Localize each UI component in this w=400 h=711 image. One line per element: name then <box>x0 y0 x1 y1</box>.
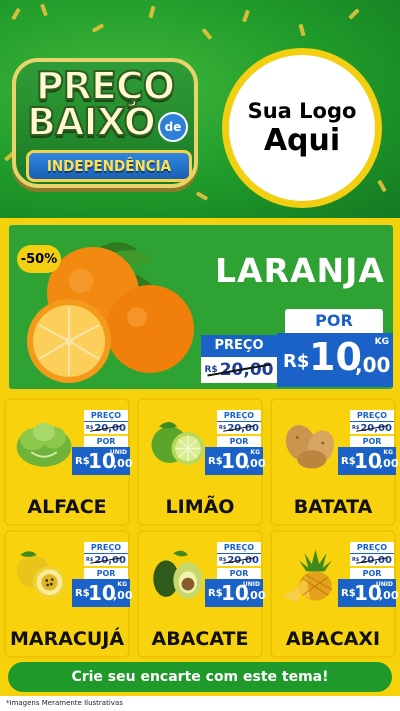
old-price-label: PREÇO <box>350 542 394 553</box>
confetti-decoration <box>348 8 360 20</box>
new-price-unit: UNID <box>375 581 393 588</box>
lettuce-icon <box>16 422 72 467</box>
new-price-box: POR R$ 10 ,00 KG <box>277 309 393 387</box>
new-price-unit: UNID <box>242 581 260 588</box>
new-price-decimal: ,00 <box>355 353 391 377</box>
new-price-value: R$ 10,00 UNID <box>72 447 133 475</box>
badge-de-circle: de <box>158 112 188 142</box>
new-price-decimal: ,00 <box>246 589 266 602</box>
new-price-label: POR <box>285 309 383 333</box>
confetti-decoration <box>377 179 387 193</box>
product-card[interactable]: PREÇOR$20,00 PORR$10,00KG LIMÃO <box>137 398 266 526</box>
new-price-label: POR <box>217 436 261 447</box>
campaign-badge: PREÇO BAIXO de INDEPENDÊNCIA <box>12 58 198 198</box>
price-tag: PREÇOR$20,00 PORR$10,00KG <box>338 410 399 475</box>
product-name: MARACUJÁ <box>9 628 125 650</box>
product-name: BATATA <box>293 496 373 518</box>
new-price-label: POR <box>350 568 394 579</box>
price-tag: PREÇOR$20,00 PORR$10,00KG <box>72 542 133 607</box>
old-price-label: PREÇO <box>84 410 128 421</box>
new-price-integer: 10 <box>354 449 382 473</box>
avocado-icon <box>153 550 203 599</box>
new-price-decimal: ,00 <box>113 589 133 602</box>
badge-ribbon: INDEPENDÊNCIA <box>26 150 192 182</box>
pineapple-icon <box>282 549 333 603</box>
potato-icon <box>285 425 334 469</box>
confetti-decoration <box>148 5 156 19</box>
old-price-label: PREÇO <box>217 542 261 553</box>
new-price-decimal: ,00 <box>246 457 266 470</box>
new-price-label: POR <box>217 568 261 579</box>
featured-product-card[interactable]: -50% LARANJA PREÇO R$ 20,00 POR R$ 10 ,0… <box>6 222 396 392</box>
new-price-decimal: ,00 <box>379 589 399 602</box>
new-price-unit: KG <box>117 581 127 588</box>
price-tag: PREÇOR$20,00 PORR$10,00UNID <box>338 542 399 607</box>
lime-icon <box>151 422 205 465</box>
new-price-integer: 10 <box>309 335 362 379</box>
product-card[interactable]: PREÇOR$20,00 PORR$10,00KG BATATA <box>270 398 399 526</box>
badge-title-line2: BAIXO <box>26 99 157 145</box>
new-price-integer: 10 <box>88 581 116 605</box>
old-price-value: R$20,00 <box>84 421 128 434</box>
logo-placeholder[interactable]: Sua Logo Aqui <box>222 48 382 208</box>
old-price-value: R$20,00 <box>350 421 394 434</box>
confetti-decoration <box>11 7 21 21</box>
new-price-unit: KG <box>383 449 393 456</box>
new-price-value: R$ 10,00 KG <box>72 579 133 607</box>
product-name: ABACAXI <box>285 628 381 650</box>
new-price-value: R$ 10,00 UNID <box>338 579 399 607</box>
product-name: LIMÃO <box>165 496 235 518</box>
new-price-unit: KG <box>250 449 260 456</box>
old-price-value: R$20,00 <box>217 421 261 434</box>
old-price-label: PREÇO <box>217 410 261 421</box>
old-price-value: R$20,00 <box>350 553 394 566</box>
logo-text-line2: Aqui <box>263 122 341 158</box>
new-price-value: R$ 10 ,00 KG <box>277 333 393 387</box>
new-price-label: POR <box>84 568 128 579</box>
old-price-label: PREÇO <box>84 542 128 553</box>
old-price-label: PREÇO <box>201 335 277 357</box>
price-tag: PREÇOR$20,00 PORR$10,00KG <box>205 410 266 475</box>
price-tag: PREÇOR$20,00 PORR$10,00UNID <box>72 410 133 475</box>
disclaimer-text: *Imagens Meramente Ilustrativas <box>0 696 400 711</box>
discount-badge: -50% <box>17 245 61 273</box>
product-card[interactable]: PREÇOR$20,00 PORR$10,00UNID ABACAXI <box>270 530 399 658</box>
new-price-currency: R$ <box>283 351 310 372</box>
confetti-decoration <box>201 28 213 40</box>
header-banner: PREÇO BAIXO de INDEPENDÊNCIA Sua Logo Aq… <box>0 0 400 218</box>
old-price-box: PREÇO R$ 20,00 <box>201 335 277 383</box>
new-price-value: R$ 10,00 KG <box>338 447 399 475</box>
new-price-decimal: ,00 <box>379 457 399 470</box>
logo-text-line1: Sua Logo <box>247 98 357 123</box>
confetti-decoration <box>91 23 105 33</box>
passion-fruit-icon <box>16 551 66 599</box>
product-card[interactable]: PREÇOR$20,00 PORR$10,00UNID ALFACE <box>4 398 133 526</box>
cta-banner[interactable]: Crie seu encarte com este tema! <box>8 662 392 692</box>
old-price-value: R$20,00 <box>84 553 128 566</box>
new-price-value: R$ 10,00 KG <box>205 447 266 475</box>
old-price-value: R$20,00 <box>217 553 261 566</box>
price-tag: PREÇOR$20,00 PORR$10,00UNID <box>205 542 266 607</box>
confetti-decoration <box>242 9 250 23</box>
product-card[interactable]: PREÇOR$20,00 PORR$10,00KG MARACUJÁ <box>4 530 133 658</box>
new-price-unit: UNID <box>109 449 127 456</box>
new-price-integer: 10 <box>221 449 249 473</box>
featured-product-name: LARANJA <box>215 251 385 290</box>
new-price-label: POR <box>84 436 128 447</box>
new-price-value: R$ 10,00 UNID <box>205 579 266 607</box>
product-name: ABACATE <box>151 628 249 650</box>
old-price-value: R$ 20,00 <box>201 357 277 383</box>
old-price-label: PREÇO <box>350 410 394 421</box>
confetti-decoration <box>40 3 48 17</box>
confetti-decoration <box>298 23 306 37</box>
new-price-unit: KG <box>374 337 389 347</box>
product-name: ALFACE <box>27 496 107 518</box>
product-card[interactable]: PREÇOR$20,00 PORR$10,00UNID ABACATE <box>137 530 266 658</box>
new-price-label: POR <box>350 436 394 447</box>
new-price-decimal: ,00 <box>113 457 133 470</box>
